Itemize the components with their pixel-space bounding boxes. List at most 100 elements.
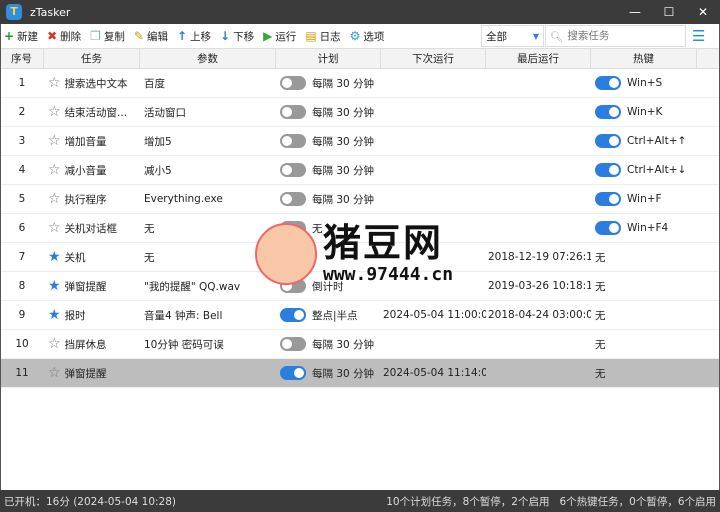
star-icon[interactable]: ☆ [48, 336, 61, 352]
row-number: 9 [18, 309, 26, 321]
table-row[interactable]: 8 ★ 弹窗提醒 "我的提醒" QQ.wav 倒计时 2019-03-26 10:… [0, 272, 720, 301]
hotkey-toggle[interactable] [595, 76, 621, 90]
task-summary: 10个计划任务，8个暂停，2个启用 6个热键任务，0个暂停，6个启用 [386, 495, 716, 508]
last-run: 2018-12-19 07:26:18 [488, 251, 591, 263]
star-icon[interactable]: ☆ [48, 191, 61, 207]
star-icon[interactable]: ★ [48, 307, 61, 323]
table-row[interactable]: 3 ☆ 增加音量 增加5 每隔 30 分钟 Ctrl+Alt+↑ [0, 127, 720, 156]
window-title: zTasker [30, 5, 71, 19]
table-row[interactable]: 11 ☆ 弹窗提醒 每隔 30 分钟 2024-05-04 11:14:08 无 [0, 359, 720, 388]
star-icon[interactable]: ☆ [48, 133, 61, 149]
column-header[interactable]: 参数 [140, 49, 276, 68]
column-header[interactable]: 任务 [44, 49, 140, 68]
hotkey-toggle[interactable] [595, 192, 621, 206]
task-plan: 每隔 30 分钟 [312, 164, 375, 177]
task-name: 减小音量 [64, 164, 107, 177]
search-box[interactable]: 🔍︎ [545, 25, 686, 47]
task-name: 执行程序 [64, 193, 107, 206]
list-menu-icon[interactable]: ☰ [692, 27, 705, 45]
column-header[interactable]: 热键 [591, 49, 697, 68]
table-row[interactable]: 4 ☆ 减小音量 减小5 每隔 30 分钟 Ctrl+Alt+↓ [0, 156, 720, 185]
minimize-button[interactable]: — [618, 5, 652, 19]
task-name: 弹窗提醒 [64, 367, 107, 380]
star-icon[interactable]: ★ [48, 249, 61, 265]
column-header[interactable]: 序号 [0, 49, 44, 68]
filter-dropdown[interactable]: 全部 ▼ [481, 25, 544, 47]
task-plan: 无 [312, 222, 323, 235]
task-param: 百度 [144, 77, 165, 90]
plan-toggle[interactable] [280, 76, 306, 90]
toolbar-button-3[interactable]: ✎ 编辑 [134, 29, 168, 44]
plan-toggle[interactable] [280, 134, 306, 148]
toolbar-button-8[interactable]: ⚙ 选项 [350, 29, 385, 44]
plan-toggle[interactable] [280, 105, 306, 119]
plan-toggle[interactable] [280, 337, 306, 351]
task-plan: 每隔 30 分钟 [312, 135, 375, 148]
x-icon: ✖ [47, 29, 58, 43]
copy-icon: ❐ [90, 29, 101, 43]
plan-toggle[interactable] [280, 250, 306, 264]
hotkey-toggle[interactable] [595, 163, 621, 177]
toolbar-button-7[interactable]: ▤ 日志 [305, 29, 340, 44]
maximize-button[interactable]: ☐ [652, 5, 686, 19]
table-row[interactable]: 10 ☆ 挡屏休息 10分钟 密码可误 每隔 30 分钟 无 [0, 330, 720, 359]
hotkey-toggle[interactable] [595, 221, 621, 235]
table-row[interactable]: 1 ☆ 搜索选中文本 百度 每隔 30 分钟 Win+S [0, 69, 720, 98]
row-number: 10 [15, 338, 29, 350]
plan-toggle[interactable] [280, 192, 306, 206]
toolbar-button-4[interactable]: ↑ 上移 [177, 29, 211, 44]
star-icon[interactable]: ☆ [48, 220, 61, 236]
task-plan: 整点|半点 [312, 309, 358, 322]
row-number: 5 [18, 193, 26, 205]
star-icon[interactable]: ☆ [48, 162, 61, 178]
close-button[interactable]: ✕ [686, 5, 720, 19]
star-icon[interactable]: ☆ [48, 365, 61, 381]
plan-toggle[interactable] [280, 279, 306, 293]
task-param: 活动窗口 [144, 106, 186, 119]
toolbar-label: 上移 [190, 30, 212, 43]
search-input[interactable] [567, 30, 678, 42]
column-header[interactable]: 最后运行 [486, 49, 591, 68]
hotkey-toggle[interactable] [595, 134, 621, 148]
column-header[interactable]: 计划 [276, 49, 381, 68]
toolbar-button-2[interactable]: ❐ 复制 [90, 29, 125, 44]
hotkey: Win+K [627, 106, 663, 118]
table-row[interactable]: 7 ★ 关机 无 2018-12-19 07:26:18 无 [0, 243, 720, 272]
toolbar-label: 新建 [17, 30, 39, 43]
toolbar-button-1[interactable]: ✖ 删除 [47, 29, 81, 44]
row-number: 8 [18, 280, 26, 292]
task-param: 10分钟 密码可误 [144, 338, 224, 351]
task-name: 弹窗提醒 [64, 280, 107, 293]
plan-toggle[interactable] [280, 366, 306, 380]
search-icon: 🔍︎ [550, 30, 564, 43]
table-row[interactable]: 2 ☆ 结束活动窗... 活动窗口 每隔 30 分钟 Win+K [0, 98, 720, 127]
task-param: 无 [144, 251, 155, 264]
star-icon[interactable]: ★ [48, 278, 61, 294]
toolbar-button-6[interactable]: ▶ 运行 [263, 29, 296, 44]
table-row[interactable]: 6 ☆ 关机对话框 无 无 Win+F4 [0, 214, 720, 243]
task-param: 音量4 钟声: Bell [144, 309, 223, 322]
star-icon[interactable]: ☆ [48, 75, 61, 91]
hotkey-toggle[interactable] [595, 105, 621, 119]
hotkey: Win+F4 [627, 222, 669, 234]
task-param: 减小5 [144, 164, 172, 177]
plan-toggle[interactable] [280, 308, 306, 322]
plan-toggle[interactable] [280, 221, 306, 235]
table-header: 序号 任务 参数 计划 下次运行 最后运行 热键 [0, 49, 720, 69]
hotkey: Ctrl+Alt+↑ [627, 135, 687, 147]
last-run: 2019-03-26 10:18:11 [488, 280, 591, 292]
task-name: 结束活动窗... [64, 106, 128, 119]
toolbar-button-5[interactable]: ↓ 下移 [220, 29, 254, 44]
toolbar-button-0[interactable]: + 新建 [4, 29, 38, 44]
filter-value: 全部 [486, 30, 507, 43]
table-row[interactable]: 9 ★ 报时 音量4 钟声: Bell 整点|半点 2024-05-04 11:0… [0, 301, 720, 330]
column-header[interactable]: 下次运行 [381, 49, 486, 68]
hotkey: 无 [595, 367, 606, 380]
star-icon[interactable]: ☆ [48, 104, 61, 120]
play-icon: ▶ [263, 29, 273, 43]
task-param: Everything.exe [144, 193, 223, 205]
hotkey: 无 [595, 338, 606, 351]
table-row[interactable]: 5 ☆ 执行程序 Everything.exe 每隔 30 分钟 Win+F [0, 185, 720, 214]
task-name: 报时 [64, 309, 86, 322]
plan-toggle[interactable] [280, 163, 306, 177]
